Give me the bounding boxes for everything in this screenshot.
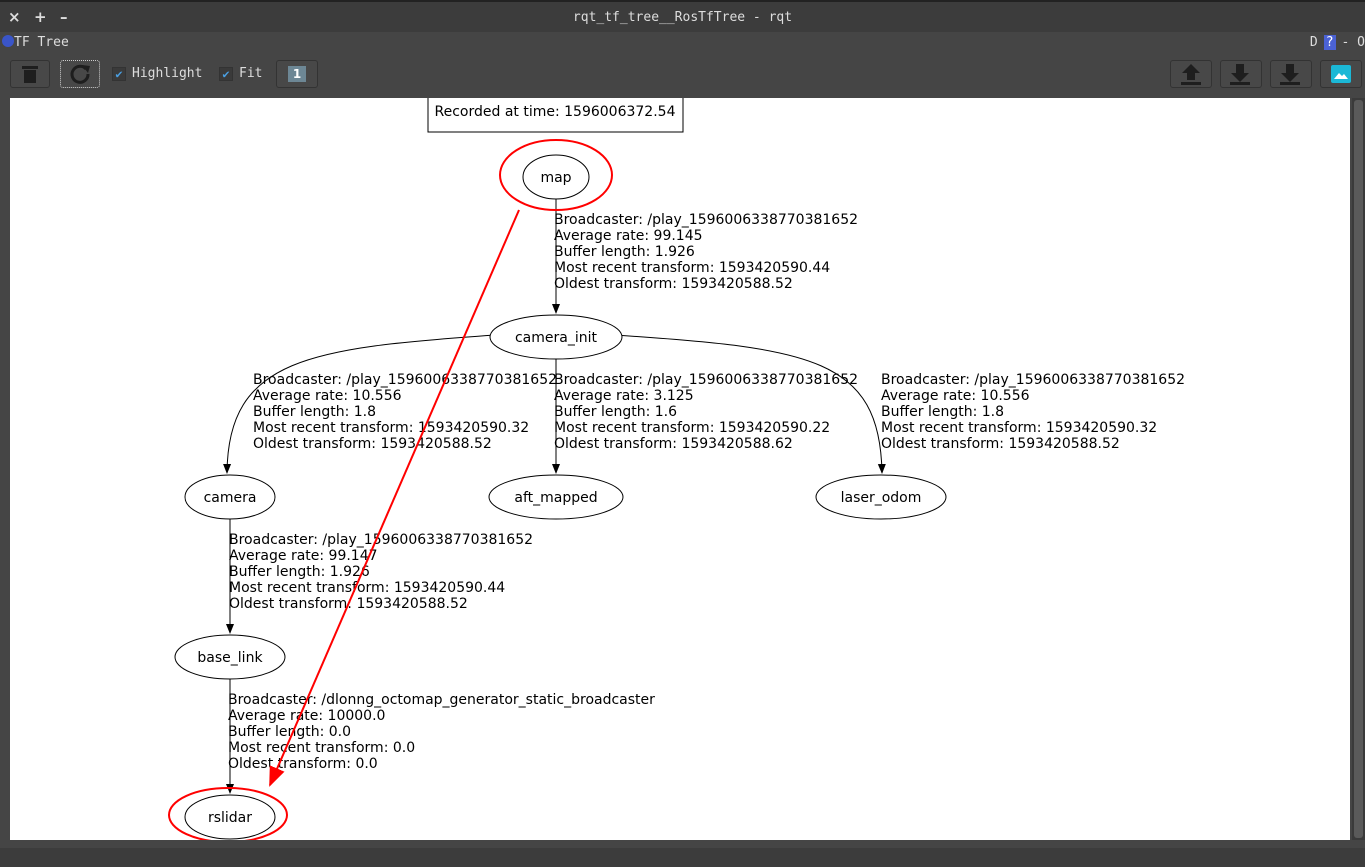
node-label: aft_mapped xyxy=(514,490,597,506)
highlight-checkbox[interactable]: ✔ Highlight xyxy=(112,66,202,81)
edge-label-line: Most recent transform: 1593420590.44 xyxy=(229,580,505,596)
edge-label-line: Oldest transform: 1593420588.52 xyxy=(554,276,793,292)
tf-node-camera_init[interactable]: camera_init xyxy=(490,315,622,359)
tf-node-laser_odom[interactable]: laser_odom xyxy=(816,475,946,519)
edge-label-line: Oldest transform: 1593420588.52 xyxy=(253,436,492,452)
edge-label-line: Average rate: 99.147 xyxy=(229,548,378,564)
save-dot-button[interactable] xyxy=(1220,60,1262,88)
edge-label-line: Broadcaster: /play_1596006338770381652 xyxy=(554,372,858,388)
edge-label-line: Oldest transform: 0.0 xyxy=(228,756,378,772)
edge-label-line: Most recent transform: 1593420590.22 xyxy=(554,420,830,436)
image-icon xyxy=(1331,65,1351,83)
node-label: laser_odom xyxy=(841,490,922,506)
edge-label-line: Most recent transform: 1593420590.32 xyxy=(253,420,529,436)
upload-icon xyxy=(1180,62,1202,86)
edge-label-line: Buffer length: 1.8 xyxy=(253,404,376,420)
fit-checkbox[interactable]: ✔ Fit xyxy=(219,66,262,81)
edge-label-line: Average rate: 99.145 xyxy=(554,228,703,244)
tf-graph: Recorded at time: 1596006372.54 Broadcast… xyxy=(10,98,1350,840)
tf-node-base_link[interactable]: base_link xyxy=(175,635,285,679)
save-svg-button[interactable] xyxy=(1270,60,1312,88)
tf-node-camera[interactable]: camera xyxy=(185,475,275,519)
save-image-button[interactable] xyxy=(1320,60,1362,88)
checkmark-icon: ✔ xyxy=(112,67,126,81)
scrollbar-thumb[interactable] xyxy=(1354,100,1363,838)
tf-graph-canvas[interactable]: Recorded at time: 1596006372.54 Broadcast… xyxy=(10,98,1350,840)
count-badge: 1 xyxy=(288,66,306,82)
edge-label-line: Broadcaster: /play_1596006338770381652 xyxy=(881,372,1185,388)
refresh-icon xyxy=(69,63,91,85)
tf-tree-icon xyxy=(2,35,14,47)
tf-node-map[interactable]: map xyxy=(523,155,589,199)
edge-label-line: Buffer length: 1.926 xyxy=(554,244,695,260)
plugin-title: TF Tree xyxy=(2,35,69,50)
edge-label-line: Average rate: 10.556 xyxy=(881,388,1030,404)
download-icon xyxy=(1279,62,1303,86)
highlight-label: Highlight xyxy=(132,66,202,81)
edge-label-line: Broadcaster: /dlonng_octomap_generator_s… xyxy=(228,692,655,708)
edge-label-line: Buffer length: 1.6 xyxy=(554,404,677,420)
edge-label-line: Average rate: 10000.0 xyxy=(228,708,385,724)
edge-label-line: Average rate: 3.125 xyxy=(554,388,694,404)
edge-label-line: Most recent transform: 1593420590.32 xyxy=(881,420,1157,436)
recorded-time: Recorded at time: 1596006372.54 xyxy=(435,104,676,120)
node-label: rslidar xyxy=(208,810,252,826)
window-title: rqt_tf_tree__RosTfTree - rqt xyxy=(0,10,1365,25)
node-label: map xyxy=(540,170,571,186)
edge-label-line: Broadcaster: /play_1596006338770381652 xyxy=(253,372,557,388)
node-label: camera_init xyxy=(515,330,598,346)
edge-label-line: Most recent transform: 0.0 xyxy=(228,740,415,756)
load-button[interactable] xyxy=(1170,60,1212,88)
checkmark-icon: ✔ xyxy=(219,67,233,81)
dock-button[interactable]: D xyxy=(1310,35,1318,50)
node-label: base_link xyxy=(197,650,263,666)
edge-label-line: Oldest transform: 1593420588.62 xyxy=(554,436,793,452)
minimize-plugin-button[interactable]: - xyxy=(1342,35,1350,50)
clear-button[interactable] xyxy=(10,60,50,88)
vertical-scrollbar[interactable] xyxy=(1352,98,1365,840)
fit-label: Fit xyxy=(239,66,262,81)
download-icon xyxy=(1229,62,1253,86)
edge-label-line: Most recent transform: 1593420590.44 xyxy=(554,260,830,276)
tf-node-rslidar[interactable]: rslidar xyxy=(185,795,275,839)
edge-label-line: Average rate: 10.556 xyxy=(253,388,402,404)
edge-label-line: Buffer length: 1.926 xyxy=(229,564,370,580)
node-label: camera xyxy=(204,490,257,506)
tf-node-aft_mapped[interactable]: aft_mapped xyxy=(489,475,623,519)
status-bar xyxy=(0,848,1365,867)
plugin-controls: D?- O xyxy=(1310,35,1365,50)
trash-icon xyxy=(21,64,39,84)
edge-label-line: Oldest transform: 1593420588.52 xyxy=(881,436,1120,452)
edge-label-line: Broadcaster: /play_1596006338770381652 xyxy=(554,212,858,228)
edge-label-line: Broadcaster: /play_1596006338770381652 xyxy=(229,532,533,548)
title-bar: × + – rqt_tf_tree__RosTfTree - rqt xyxy=(0,0,1365,32)
close-plugin-button[interactable]: O xyxy=(1357,35,1365,50)
frame-count-button[interactable]: 1 xyxy=(276,60,318,88)
edge-label-line: Buffer length: 1.8 xyxy=(881,404,1004,420)
refresh-button[interactable] xyxy=(60,60,100,88)
help-button[interactable]: ? xyxy=(1324,35,1336,50)
plugin-title-text: TF Tree xyxy=(14,35,69,50)
